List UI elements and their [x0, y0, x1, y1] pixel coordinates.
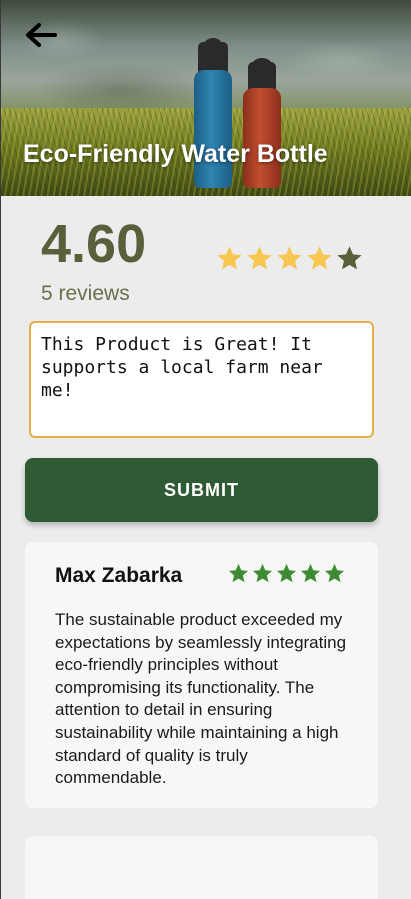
star-filled-icon — [300, 563, 321, 583]
star-empty-icon — [337, 246, 362, 270]
back-button[interactable] — [23, 20, 59, 50]
reviewer-name: Max Zabarka — [55, 564, 183, 587]
star-filled-icon — [252, 563, 273, 583]
review-card: Max Zabarka The sustainable product exce… — [25, 542, 378, 808]
review-count: 5 reviews — [41, 282, 130, 305]
blue-bottle — [194, 70, 232, 188]
star-filled-icon — [277, 246, 302, 270]
star-filled-icon — [276, 563, 297, 583]
arrow-left-icon — [26, 23, 57, 47]
average-rating-stars — [215, 244, 364, 273]
submit-button[interactable]: SUBMIT — [25, 458, 378, 522]
average-rating: 4.60 — [41, 214, 147, 274]
review-body: The sustainable product exceeded my expe… — [55, 610, 347, 788]
product-hero-image: Eco-Friendly Water Bottle — [1, 0, 411, 196]
app-screen: Eco-Friendly Water Bottle 4.60 5 reviews… — [0, 0, 411, 899]
review-stars — [227, 562, 346, 585]
star-filled-icon — [324, 563, 345, 583]
product-title: Eco-Friendly Water Bottle — [23, 140, 328, 168]
star-filled-icon — [307, 246, 332, 270]
review-text-input[interactable] — [29, 321, 374, 438]
star-filled-icon — [247, 246, 272, 270]
review-card — [25, 836, 378, 899]
star-filled-icon — [217, 246, 242, 270]
red-bottle — [243, 88, 281, 188]
star-filled-icon — [228, 563, 249, 583]
